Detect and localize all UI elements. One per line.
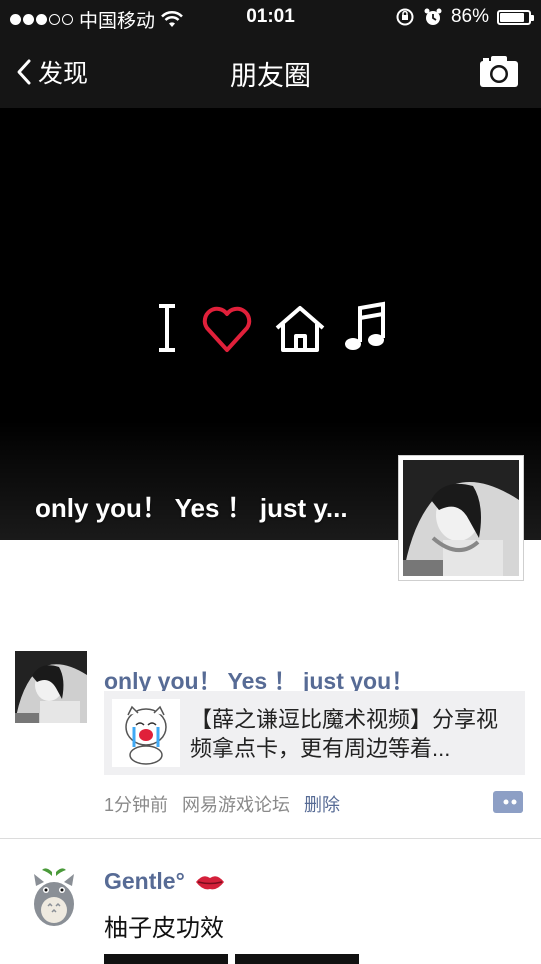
- comment-action-icon[interactable]: [493, 791, 523, 813]
- status-right: 86%: [395, 6, 534, 28]
- profile-avatar[interactable]: [398, 455, 524, 581]
- cover-username: only you！ Yes ！ just y...: [35, 493, 348, 523]
- battery-percent: 86%: [450, 6, 489, 27]
- post-text: 柚子皮功效: [104, 915, 224, 942]
- share-thumbnail: [112, 699, 180, 767]
- status-bar: 中国移动 01:01 86%: [0, 0, 541, 36]
- share-title: 【薛之谦逗比魔术视频】分享视频拿点卡，更有周边等着...: [190, 707, 499, 761]
- post-time: 1分钟前: [104, 795, 169, 815]
- post-avatar[interactable]: [15, 651, 87, 723]
- rotation-lock-icon: [396, 8, 414, 26]
- post-author-name[interactable]: Gentle°: [104, 868, 185, 895]
- post-image[interactable]: [235, 954, 359, 964]
- shared-link-card[interactable]: 【薛之谦逗比魔术视频】分享视频拿点卡，更有周边等着...: [104, 691, 525, 775]
- alarm-icon: [424, 8, 442, 25]
- post-image-strip: [104, 954, 359, 964]
- post-divider: [0, 838, 541, 839]
- avatar-image: [403, 460, 519, 576]
- page-title: 朋友圈: [230, 61, 311, 91]
- post-image[interactable]: [104, 954, 228, 964]
- navigation-bar: 发现 朋友圈: [0, 36, 541, 108]
- i-love-home-music-logo: [159, 301, 385, 352]
- avatar-image: [15, 651, 87, 723]
- post-source[interactable]: 网易游戏论坛: [182, 791, 290, 817]
- camera-icon[interactable]: [479, 54, 519, 88]
- delete-button[interactable]: 删除: [304, 791, 340, 817]
- post-author: Gentle°: [104, 868, 225, 895]
- totoro-avatar-image: [22, 866, 86, 930]
- post-meta: 1分钟前 网易游戏论坛 删除: [104, 791, 340, 817]
- lips-emoji-icon: [195, 875, 224, 889]
- battery-icon: [497, 9, 534, 25]
- post-avatar[interactable]: [22, 866, 86, 930]
